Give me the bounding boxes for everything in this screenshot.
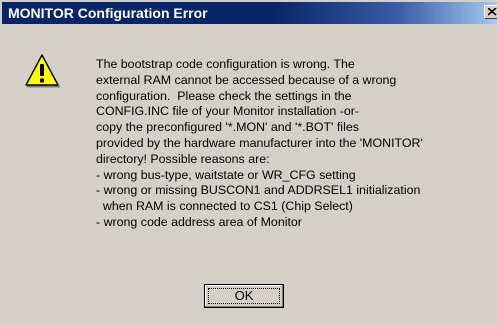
message-line: when RAM is connected to CS1 (Chip Selec… bbox=[96, 199, 353, 214]
error-dialog: MONITOR Configuration Error The bootstra… bbox=[0, 0, 497, 325]
message-line: configuration. Please check the settings… bbox=[96, 88, 352, 103]
message-line: directory! Possible reasons are: bbox=[96, 151, 270, 166]
error-message: The bootstrap code configuration is wron… bbox=[96, 57, 496, 231]
close-icon bbox=[488, 8, 497, 16]
message-line: external RAM cannot be accessed because … bbox=[96, 72, 397, 87]
message-line: provided by the hardware manufacturer in… bbox=[96, 135, 423, 150]
message-line: - wrong bus-type, waitstate or WR_CFG se… bbox=[96, 167, 356, 182]
title-bar[interactable]: MONITOR Configuration Error bbox=[2, 2, 497, 24]
warning-icon bbox=[23, 53, 61, 89]
ok-button[interactable]: OK bbox=[204, 284, 284, 308]
window-title: MONITOR Configuration Error bbox=[8, 5, 208, 21]
message-line: - wrong or missing BUSCON1 and ADDRSEL1 … bbox=[96, 183, 421, 198]
close-button[interactable] bbox=[484, 5, 497, 19]
message-line: copy the preconfigured '*.MON' and '*.BO… bbox=[96, 120, 359, 135]
message-line: CONFIG.INC file of your Monitor installa… bbox=[96, 104, 360, 119]
ok-button-label: OK bbox=[234, 288, 254, 303]
message-line: - wrong code address area of Monitor bbox=[96, 214, 302, 229]
message-line: The bootstrap code configuration is wron… bbox=[96, 57, 355, 71]
